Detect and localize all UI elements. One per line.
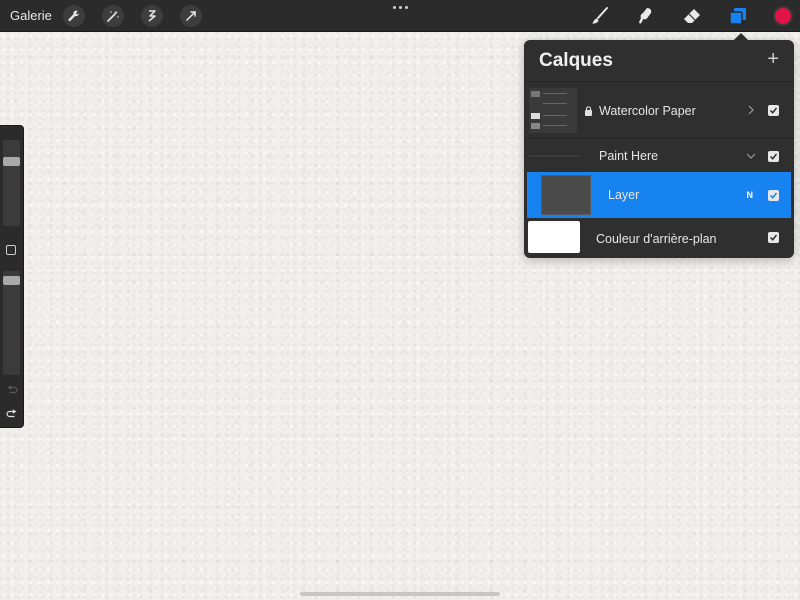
smudge-tool[interactable] — [635, 5, 657, 27]
group-thumbnail — [529, 155, 579, 157]
transform-arrow-icon — [186, 11, 196, 21]
brush-icon — [592, 7, 608, 24]
modify-button[interactable] — [6, 245, 16, 255]
background-color-swatch — [528, 221, 580, 253]
blend-mode-button[interactable]: N — [747, 190, 754, 200]
visibility-checkbox[interactable] — [768, 190, 779, 201]
selection-button[interactable] — [141, 5, 163, 27]
top-toolbar: Galerie — [0, 0, 800, 32]
layers-icon — [729, 8, 746, 25]
group-thumbnail — [529, 88, 577, 133]
selection-icon — [148, 10, 156, 22]
layer-name: Couleur d'arrière-plan — [596, 232, 717, 246]
chevron-right-icon[interactable] — [746, 105, 756, 115]
layer-row-layer-selected[interactable]: Layer N — [527, 172, 791, 218]
gallery-button[interactable]: Galerie — [10, 8, 52, 23]
eraser-tool[interactable] — [681, 5, 703, 27]
actions-button[interactable] — [63, 5, 85, 27]
layers-tool[interactable] — [727, 5, 749, 27]
layer-name: Layer — [608, 188, 640, 202]
undo-icon — [7, 385, 18, 394]
panel-title: Calques — [539, 50, 613, 71]
adjustments-button[interactable] — [102, 5, 124, 27]
eraser-icon — [684, 9, 700, 23]
layer-name: Paint Here — [599, 149, 659, 163]
wrench-icon — [68, 10, 80, 22]
smudge-icon — [639, 8, 652, 24]
magic-wand-icon — [107, 10, 119, 22]
transform-button[interactable] — [180, 5, 202, 27]
brush-tool[interactable] — [589, 5, 611, 27]
undo-button[interactable] — [5, 384, 19, 396]
more-options-icon[interactable] — [393, 6, 409, 10]
checkmark-icon — [769, 234, 778, 241]
redo-icon — [6, 409, 17, 418]
layer-row-background-color[interactable]: Couleur d'arrière-plan — [524, 218, 794, 258]
left-sidebar — [0, 125, 24, 428]
add-layer-button[interactable]: + — [767, 49, 779, 69]
redo-button[interactable] — [5, 408, 19, 420]
lock-icon — [585, 106, 592, 116]
color-picker-button[interactable] — [773, 6, 793, 26]
visibility-checkbox[interactable] — [768, 232, 779, 243]
checkmark-icon — [769, 107, 778, 114]
opacity-slider[interactable] — [3, 271, 20, 375]
visibility-checkbox[interactable] — [768, 105, 779, 116]
chevron-down-icon[interactable] — [746, 151, 756, 161]
layers-panel: Calques + Watercolor Paper Paint Here La… — [524, 40, 794, 258]
visibility-checkbox[interactable] — [768, 151, 779, 162]
home-indicator — [300, 592, 500, 596]
checkmark-icon — [769, 153, 778, 160]
brush-size-slider[interactable] — [3, 140, 20, 226]
layer-row-watercolor-paper[interactable]: Watercolor Paper — [524, 81, 794, 139]
opacity-thumb[interactable] — [3, 276, 20, 285]
layer-row-paint-here[interactable]: Paint Here — [524, 138, 794, 173]
layer-name: Watercolor Paper — [599, 104, 696, 118]
checkmark-icon — [769, 192, 778, 199]
layer-thumbnail — [541, 175, 591, 215]
brush-size-thumb[interactable] — [3, 157, 20, 166]
